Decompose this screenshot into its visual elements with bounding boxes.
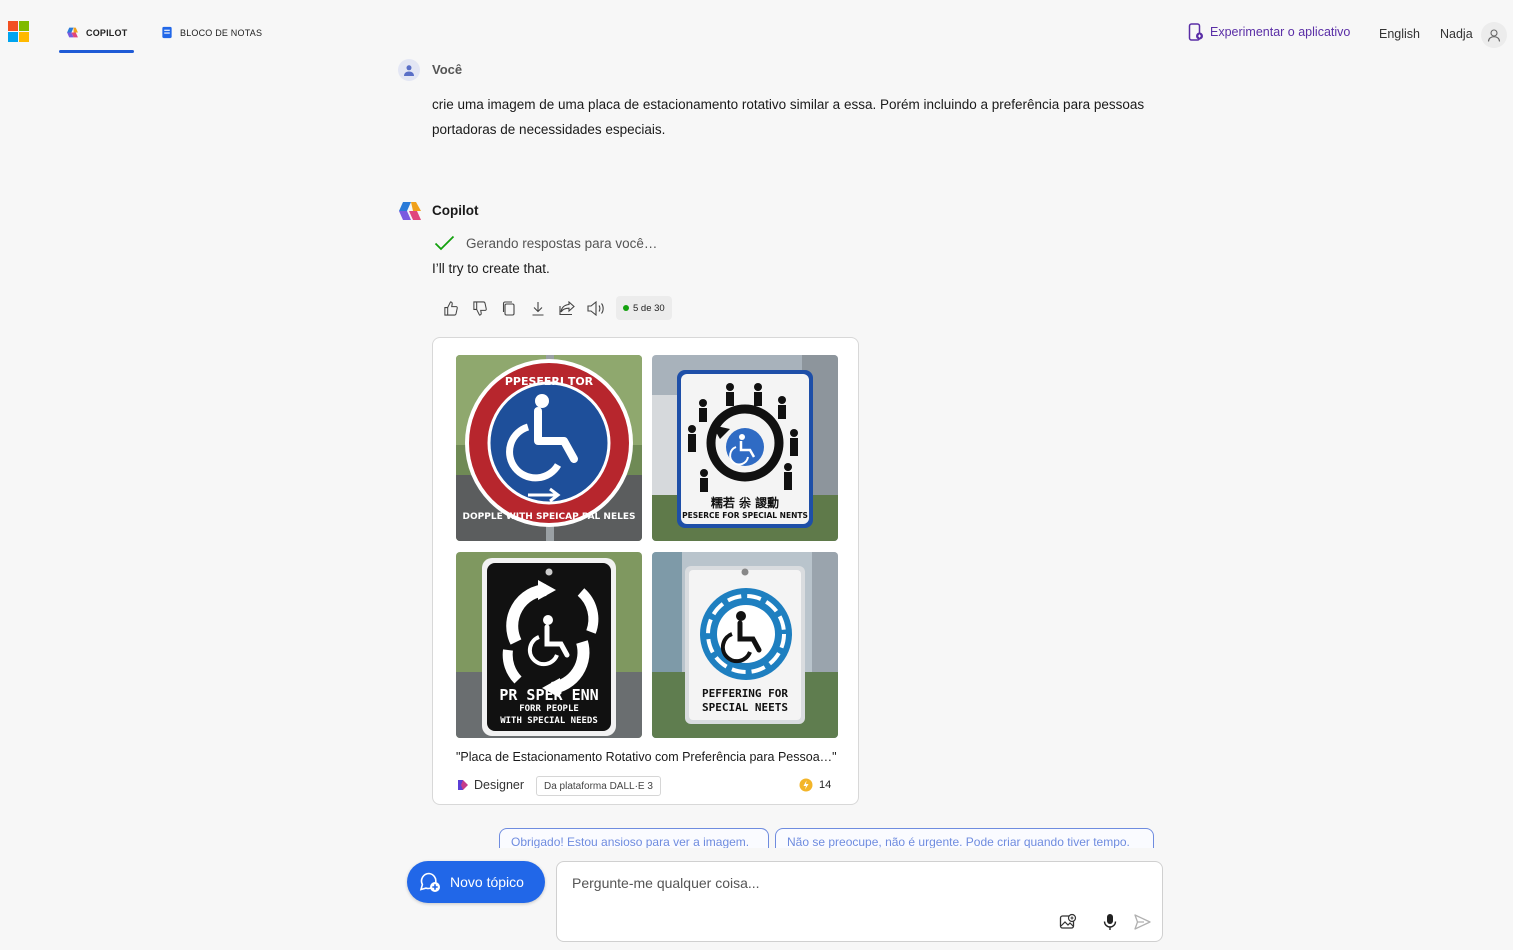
- checkmark-icon: [434, 235, 455, 251]
- person-icon: [404, 65, 414, 76]
- response-counter-text: 5 de 30: [633, 302, 665, 314]
- generated-image-1[interactable]: PPESFERI TOR DOPPLE WITH SPEICAP PAL NEL…: [456, 355, 642, 541]
- sign-3-line-2: FORR PEOPLE: [519, 704, 579, 714]
- status-dot-icon: [623, 305, 629, 311]
- avatar[interactable]: [1481, 22, 1507, 48]
- platform-badge: Da plataforma DALL·E 3: [536, 776, 661, 796]
- send-icon: [1133, 914, 1151, 930]
- user-name[interactable]: Nadja: [1440, 27, 1473, 41]
- voice-input-button[interactable]: [1100, 912, 1120, 932]
- message-actions: 5 de 30: [436, 296, 672, 320]
- microphone-icon: [1103, 914, 1117, 930]
- send-button[interactable]: [1132, 912, 1152, 932]
- tab-copilot-label: COPILOT: [86, 27, 128, 38]
- suggestion-chip-1[interactable]: Obrigado! Estou ansioso para ver a image…: [499, 828, 769, 850]
- tab-notebook[interactable]: BLOCO DE NOTAS: [161, 26, 262, 39]
- dislike-button[interactable]: [465, 297, 494, 319]
- sign-2-text-bottom: PESERCE FOR SPECIAL NENTS: [682, 511, 808, 520]
- user-message-author: Você: [432, 62, 463, 77]
- chat-composer: [556, 861, 1163, 942]
- generated-images-card: PPESFERI TOR DOPPLE WITH SPEICAP PAL NEL…: [432, 337, 859, 805]
- boost-count: 14: [819, 779, 832, 791]
- suggestions-fade: [380, 848, 1180, 860]
- copilot-reply-text: I’ll try to create that.: [432, 261, 550, 276]
- sign-1-text-bottom: DOPPLE WITH SPEICAP PAL NELES: [463, 512, 636, 522]
- image-caption[interactable]: "Placa de Estacionamento Rotativo com Pr…: [456, 750, 837, 764]
- copilot-message-author: Copilot: [432, 203, 479, 218]
- designer-link[interactable]: Designer: [457, 778, 524, 792]
- sign-2-text-cjk: 糯若 尜 謖勳: [711, 495, 779, 510]
- sign-3-line-1: PR SPER ENN: [499, 686, 598, 704]
- boost-coin-icon: [799, 778, 813, 792]
- thumbs-down-icon: [473, 300, 487, 316]
- download-button[interactable]: [523, 297, 552, 319]
- generation-status-text: Gerando respostas para você…: [466, 235, 658, 251]
- tab-copilot[interactable]: COPILOT: [66, 26, 127, 39]
- new-chat-icon: [419, 872, 440, 892]
- try-app-link[interactable]: Experimentar o aplicativo: [1188, 23, 1350, 41]
- user-message-text: crie uma imagem de uma placa de estacion…: [432, 97, 1145, 137]
- try-app-label: Experimentar o aplicativo: [1210, 25, 1351, 39]
- language-selector[interactable]: English: [1379, 27, 1420, 41]
- share-button[interactable]: [552, 297, 581, 319]
- response-counter: 5 de 30: [616, 296, 672, 320]
- generated-image-2[interactable]: 糯若 尜 謖勳 PESERCE FOR SPECIAL NENTS: [652, 355, 838, 541]
- copilot-avatar-icon: [399, 202, 421, 220]
- user-icon: [1487, 29, 1501, 42]
- new-topic-label: Novo tópico: [450, 874, 524, 890]
- new-topic-button[interactable]: Novo tópico: [407, 861, 545, 903]
- sign-4-line-2: SPECIAL NEETS: [702, 701, 788, 714]
- designer-label: Designer: [474, 778, 525, 792]
- share-icon: [558, 300, 575, 315]
- tab-notebook-label: BLOCO DE NOTAS: [180, 27, 263, 38]
- read-aloud-button[interactable]: [581, 297, 610, 319]
- add-image-button[interactable]: [1058, 912, 1078, 932]
- top-bar: COPILOT BLOCO DE NOTAS Experimentar o ap…: [0, 0, 1513, 62]
- sign-3-line-3: WITH SPECIAL NEEDS: [500, 716, 598, 726]
- suggestion-chip-2[interactable]: Não se preocupe, não é urgente. Pode cri…: [775, 828, 1154, 850]
- copy-icon: [502, 300, 515, 316]
- copy-button[interactable]: [494, 297, 523, 319]
- user-message-avatar: [398, 59, 420, 81]
- mobile-app-icon: [1188, 23, 1203, 41]
- generation-status: Gerando respostas para você…: [434, 235, 657, 251]
- designer-icon: [458, 780, 468, 790]
- generated-image-3[interactable]: PR SPER ENN FORR PEOPLE WITH SPECIAL NEE…: [456, 552, 642, 738]
- thumbs-up-icon: [444, 300, 458, 316]
- notebook-icon: [162, 26, 172, 39]
- sign-1-text-top: PPESFERI TOR: [505, 375, 594, 388]
- chat-input[interactable]: [570, 874, 1134, 892]
- download-icon: [532, 301, 543, 316]
- speaker-icon: [586, 300, 604, 316]
- image-search-icon: [1059, 913, 1077, 929]
- boost-counter: 14: [799, 778, 831, 792]
- microsoft-logo[interactable]: [8, 21, 29, 42]
- sign-4-line-1: PEFFERING FOR: [702, 687, 788, 700]
- copilot-icon: [67, 27, 78, 38]
- active-tab-indicator: [59, 50, 134, 53]
- like-button[interactable]: [436, 297, 465, 319]
- generated-image-4[interactable]: PEFFERING FOR SPECIAL NEETS: [652, 552, 838, 738]
